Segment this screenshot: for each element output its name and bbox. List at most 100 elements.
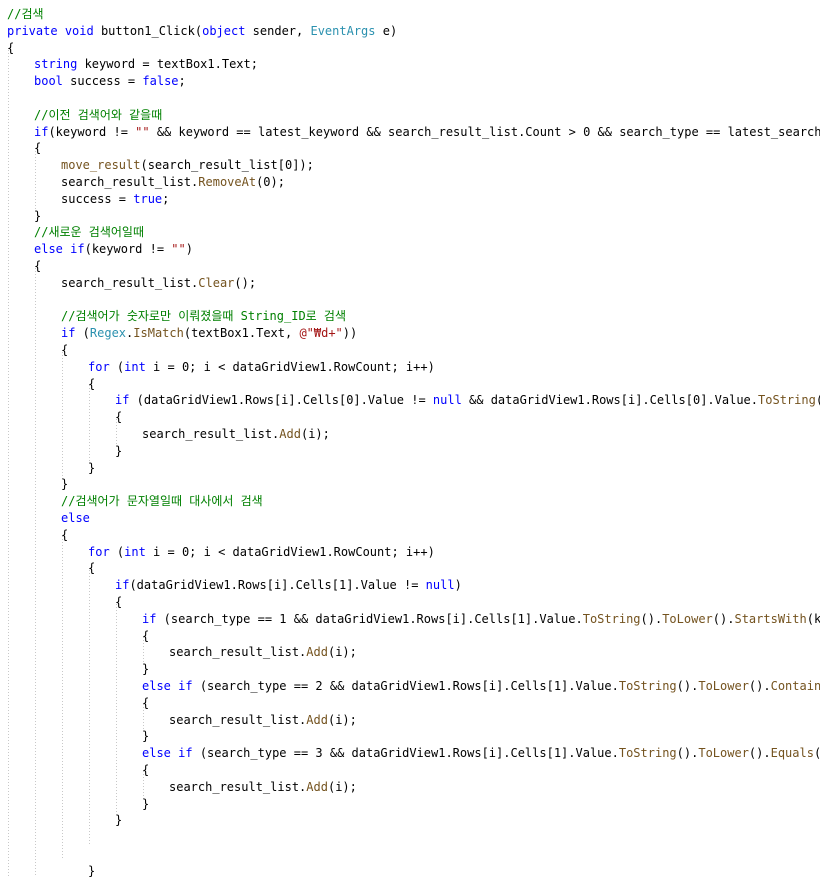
code-token-comment: //검색	[7, 7, 44, 21]
code-token-keyword: string	[34, 57, 78, 72]
code-token-default: (keyword.T	[814, 746, 820, 760]
code-token-default: (	[109, 544, 125, 559]
code-token-default: ();	[234, 275, 257, 290]
code-token-default: (	[109, 359, 125, 374]
code-token-default: }	[34, 208, 42, 223]
code-token-default: ().	[748, 679, 771, 693]
code-line: if (search_type == 1 && dataGridView1.Ro…	[0, 611, 820, 628]
code-token-default: {	[115, 410, 123, 425]
code-token-default: search_result_list.	[61, 175, 199, 189]
code-token-default: (i);	[327, 779, 357, 794]
code-token-default: ().	[640, 611, 663, 626]
code-line: //검색	[0, 6, 820, 23]
code-token-default: }	[142, 729, 150, 744]
code-line: //검색어가 문자열일때 대사에서 검색	[0, 493, 820, 510]
code-token-default: search_result_list.	[61, 275, 199, 290]
code-line: }	[0, 728, 820, 745]
code-token-default: (dataGridView1.Rows[i].Cells[0].Value !=	[129, 393, 433, 408]
code-token-default: (search_type == 2 && dataGridView1.Rows[…	[192, 679, 619, 693]
code-token-default: ().	[748, 746, 771, 761]
code-line: {	[0, 40, 820, 57]
code-token-default: {	[7, 40, 15, 55]
code-line: if (dataGridView1.Rows[i].Cells[0].Value…	[0, 392, 820, 409]
code-line: search_result_list.Add(i);	[0, 426, 820, 443]
code-token-keyword: private	[7, 23, 58, 38]
code-token-default: (i);	[327, 712, 357, 727]
code-token-method: Add	[306, 712, 328, 727]
code-line: }	[0, 460, 820, 477]
code-token-default: ;	[178, 74, 186, 89]
code-line: string keyword = textBox1.Text;	[0, 56, 820, 73]
code-line: }	[0, 661, 820, 678]
code-token-default: )	[454, 578, 462, 593]
code-token-default: (search_type == 1 && dataGridView1.Rows[…	[156, 611, 583, 626]
code-token-keyword: if	[115, 578, 130, 593]
code-text-area[interactable]: //검색 private void button1_Click(object se…	[0, 0, 820, 877]
code-token-default: search_result_list.	[169, 779, 307, 794]
code-token-default: }	[88, 863, 96, 877]
code-token-default: e)	[375, 23, 398, 38]
code-line: search_result_list.RemoveAt(0);	[0, 174, 820, 191]
code-token-default: i = 0; i < dataGridView1.RowCount; i++)	[145, 544, 435, 559]
code-line: {	[0, 140, 820, 157]
code-token-default: keyword = textBox1.Text;	[77, 57, 258, 72]
code-line: {	[0, 594, 820, 611]
code-token-keyword: false	[142, 74, 179, 89]
code-editor[interactable]: //검색 private void button1_Click(object se…	[0, 0, 820, 877]
code-token-default: (textBox1.Text,	[183, 326, 300, 341]
code-line: search_result_list.Add(i);	[0, 644, 820, 661]
code-line: {	[0, 342, 820, 359]
code-token-keyword: else	[142, 746, 171, 761]
code-line: }	[0, 443, 820, 460]
code-token-default: success =	[62, 74, 143, 89]
code-line: move_result(search_result_list[0]);	[0, 157, 820, 174]
code-token-default: i = 0; i < dataGridView1.RowCount; i++)	[145, 359, 435, 374]
code-token-keyword: true	[133, 191, 163, 206]
code-token-comment: //검색어가 숫자로만 이뤄졌을때 String_ID로 검색	[61, 309, 347, 324]
code-line: }	[0, 812, 820, 829]
code-line: else if (search_type == 2 && dataGridVie…	[0, 678, 820, 695]
code-line: {	[0, 376, 820, 393]
code-token-default: (dataGridView1.Rows[i].Cells[1].Value !=	[129, 578, 426, 593]
code-token-default: {	[142, 628, 150, 643]
code-token-default: ().	[676, 746, 699, 761]
code-line: if(keyword != "" && keyword == latest_ke…	[0, 124, 820, 141]
code-token-default: {	[61, 343, 69, 357]
code-token-keyword: if	[61, 326, 76, 341]
code-token-default: (0);	[256, 175, 285, 189]
code-token-default: {	[142, 695, 150, 710]
code-token-comment: //이전 검색어와 같을때	[34, 107, 163, 122]
code-token-keyword: if	[115, 393, 130, 408]
code-line: {	[0, 409, 820, 426]
code-token-default: }	[88, 460, 96, 475]
code-token-default: ().	[816, 393, 820, 407]
code-token-keyword: void	[64, 23, 94, 38]
code-token-default: }	[115, 443, 123, 458]
code-token-method: ToString	[618, 746, 677, 761]
code-token-default: button1_Click(	[93, 23, 203, 38]
code-line: else	[0, 510, 820, 527]
code-token-default: {	[88, 561, 96, 576]
code-token-default: (i);	[300, 427, 330, 441]
code-token-default: ))	[342, 326, 358, 341]
code-token-default: ().	[676, 679, 699, 693]
code-token-type: EventArgs	[310, 23, 376, 38]
code-line: {	[0, 695, 820, 712]
code-line: search_result_list.Add(i);	[0, 779, 820, 796]
code-token-default: (keyword !=	[48, 124, 136, 139]
code-token-default: {	[115, 595, 123, 609]
code-token-default: success =	[61, 191, 134, 206]
code-token-keyword: if	[178, 679, 193, 693]
code-token-default: {	[88, 376, 96, 391]
code-line: if(dataGridView1.Rows[i].Cells[1].Value …	[0, 577, 820, 594]
code-line: {	[0, 560, 820, 577]
code-token-default	[58, 24, 65, 38]
code-token-method: Add	[279, 427, 301, 441]
code-token-method: Contains	[770, 679, 820, 693]
code-token-keyword: null	[432, 393, 462, 408]
code-token-default: }	[142, 662, 150, 677]
code-token-default: }	[115, 813, 123, 828]
code-token-default: sender,	[245, 23, 311, 38]
